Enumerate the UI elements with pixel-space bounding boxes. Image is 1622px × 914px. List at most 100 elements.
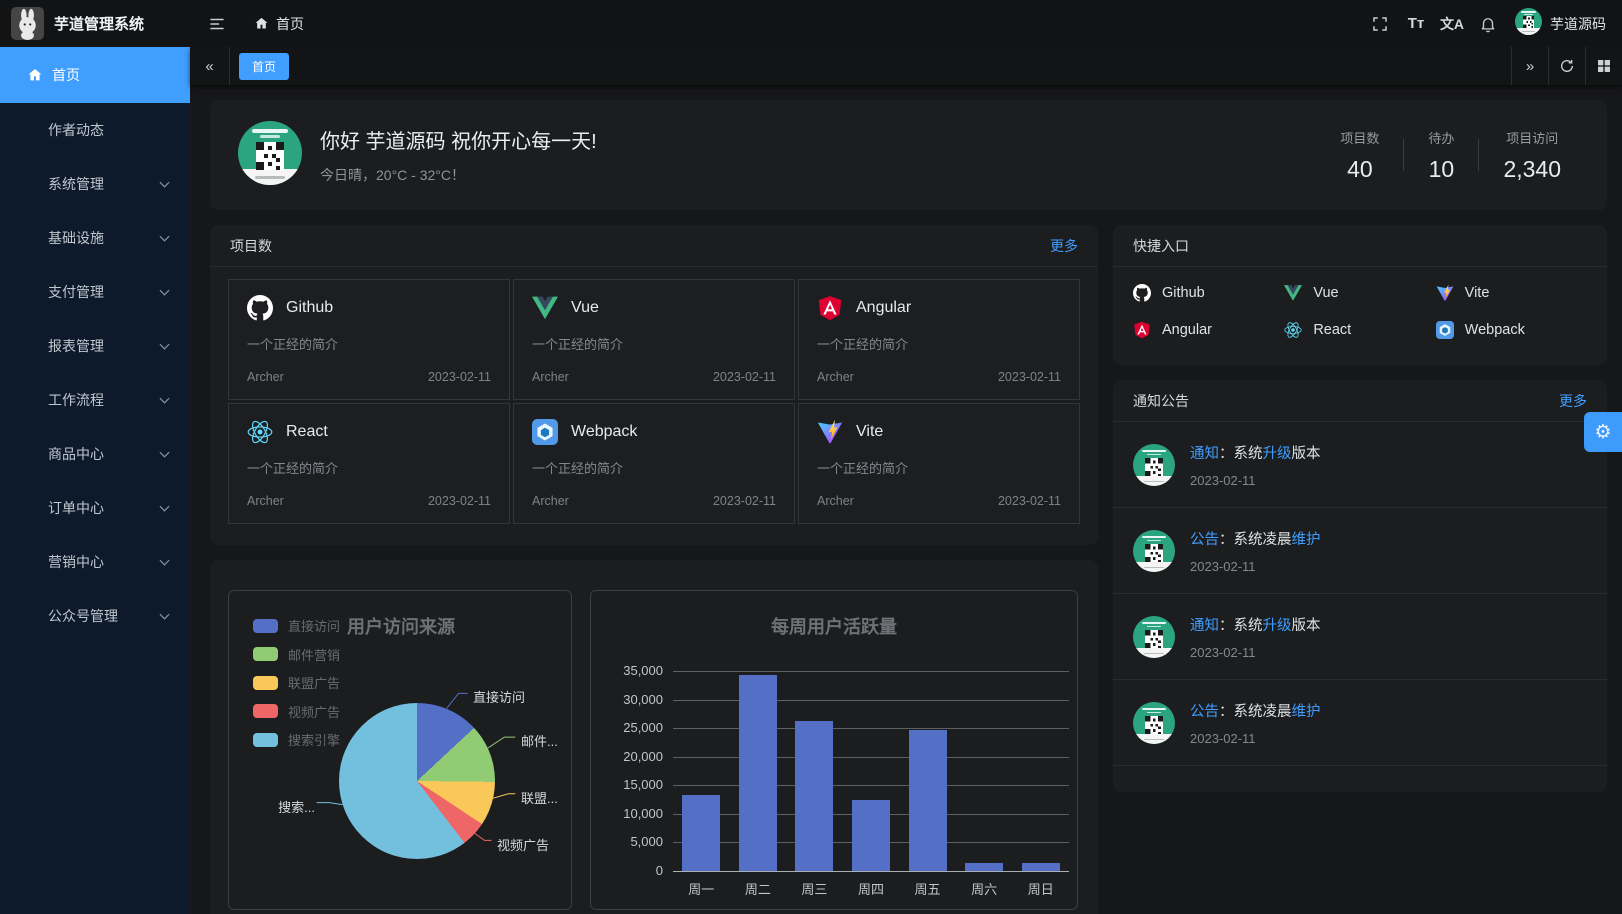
- chevron-down-icon: [159, 235, 170, 242]
- sidebar-item-10[interactable]: 公众号管理: [0, 589, 190, 643]
- pie-callout-label-1: 邮件...: [521, 731, 558, 750]
- y-tick-label: 5,000: [591, 834, 663, 849]
- webpack-icon: [1436, 321, 1454, 339]
- stat-value: 10: [1428, 156, 1454, 183]
- notice-item-1[interactable]: 公告：系统凌晨维护2023-02-11: [1113, 508, 1607, 594]
- quick-link-react[interactable]: React: [1284, 315, 1435, 345]
- sidebar-item-7[interactable]: 商品中心: [0, 427, 190, 481]
- grid-layout-icon[interactable]: [1585, 47, 1622, 85]
- x-tick-label: 周日: [1013, 879, 1069, 898]
- pie-callout-label-3: 视频广告: [497, 835, 549, 854]
- user-qr-avatar: [238, 121, 302, 190]
- bell-icon[interactable]: [1473, 9, 1503, 39]
- react-icon: [247, 419, 273, 445]
- sidebar-item-4[interactable]: 支付管理: [0, 265, 190, 319]
- fullscreen-icon[interactable]: [1365, 9, 1395, 39]
- projects-more-link[interactable]: 更多: [1050, 236, 1078, 256]
- breadcrumb-label: 首页: [276, 14, 304, 34]
- notice-item-3[interactable]: 公告：系统凌晨维护2023-02-11: [1113, 680, 1607, 766]
- language-icon[interactable]: 文A: [1437, 9, 1467, 39]
- stat-value: 2,340: [1503, 156, 1561, 183]
- sidebar-item-0[interactable]: 首页: [0, 47, 190, 103]
- tabs-scroll-left-button[interactable]: «: [190, 47, 230, 85]
- notice-item-0[interactable]: 通知：系统升级版本2023-02-11: [1113, 422, 1607, 508]
- x-tick-label: 周三: [786, 879, 842, 898]
- stat-0: 项目数40: [1316, 128, 1403, 183]
- sidebar: 首页作者动态系统管理基础设施支付管理报表管理工作流程商品中心订单中心营销中心公众…: [0, 47, 190, 914]
- legend-chip: [253, 647, 278, 661]
- project-desc: 一个正经的简介: [532, 458, 776, 477]
- sidebar-item-1[interactable]: 作者动态: [0, 103, 190, 157]
- sidebar-item-label: 报表管理: [48, 336, 104, 356]
- qr-avatar: [1515, 8, 1542, 35]
- project-desc: 一个正经的简介: [817, 334, 1061, 353]
- user-menu[interactable]: 芋道源码: [1515, 8, 1606, 40]
- refresh-icon[interactable]: [1548, 47, 1585, 85]
- chevron-down-icon: [159, 505, 170, 512]
- project-card-react[interactable]: React一个正经的简介Archer2023-02-11: [228, 403, 510, 524]
- legend-item-0[interactable]: 直接访问: [253, 616, 340, 635]
- notice-title: 公告：系统凌晨维护: [1190, 700, 1587, 721]
- settings-button[interactable]: ⚙: [1584, 412, 1622, 452]
- quick-link-label: Github: [1162, 285, 1205, 301]
- project-card-angular[interactable]: Angular一个正经的简介Archer2023-02-11: [798, 279, 1080, 400]
- project-card-webpack[interactable]: Webpack一个正经的简介Archer2023-02-11: [513, 403, 795, 524]
- avatar: [1515, 8, 1542, 40]
- username: 芋道源码: [1550, 14, 1606, 34]
- project-date: 2023-02-11: [713, 370, 776, 384]
- sidebar-item-5[interactable]: 报表管理: [0, 319, 190, 373]
- legend-item-2[interactable]: 联盟广告: [253, 673, 340, 692]
- legend-label: 直接访问: [288, 616, 340, 635]
- y-tick-label: 20,000: [591, 749, 663, 764]
- notice-item-2[interactable]: 通知：系统升级版本2023-02-11: [1113, 594, 1607, 680]
- quick-link-vue[interactable]: Vue: [1284, 278, 1435, 308]
- sidebar-collapse-icon[interactable]: [202, 9, 232, 39]
- legend-label: 邮件营销: [288, 645, 340, 664]
- pie-callout-label-4: 搜索...: [263, 797, 315, 816]
- legend-item-4[interactable]: 搜索引擎: [253, 730, 340, 749]
- quick-link-label: Vue: [1313, 285, 1338, 301]
- project-date: 2023-02-11: [998, 494, 1061, 508]
- project-author: Archer: [817, 494, 854, 508]
- font-size-icon[interactable]: Tт: [1401, 9, 1431, 39]
- sidebar-item-9[interactable]: 营销中心: [0, 535, 190, 589]
- breadcrumb[interactable]: 首页: [254, 14, 304, 34]
- quick-link-vite[interactable]: Vite: [1436, 278, 1587, 308]
- y-tick-label: 35,000: [591, 663, 663, 678]
- qr-avatar: [238, 121, 302, 185]
- vue-icon: [1284, 284, 1302, 302]
- angular-icon: [1133, 321, 1151, 339]
- sidebar-item-2[interactable]: 系统管理: [0, 157, 190, 211]
- project-card-vue[interactable]: Vue一个正经的简介Archer2023-02-11: [513, 279, 795, 400]
- project-author: Archer: [532, 494, 569, 508]
- sidebar-item-label: 订单中心: [48, 498, 104, 518]
- notice-date: 2023-02-11: [1190, 645, 1587, 660]
- legend-chip: [253, 733, 278, 747]
- legend-chip: [253, 619, 278, 633]
- logo-area[interactable]: 芋道管理系统: [0, 7, 190, 40]
- sidebar-item-3[interactable]: 基础设施: [0, 211, 190, 265]
- sidebar-item-6[interactable]: 工作流程: [0, 373, 190, 427]
- sidebar-item-8[interactable]: 订单中心: [0, 481, 190, 535]
- legend-item-1[interactable]: 邮件营销: [253, 645, 340, 664]
- project-card-github[interactable]: Github一个正经的简介Archer2023-02-11: [228, 279, 510, 400]
- stat-label: 项目数: [1340, 128, 1379, 147]
- legend-item-3[interactable]: 视频广告: [253, 702, 340, 721]
- quick-link-webpack[interactable]: Webpack: [1436, 315, 1587, 345]
- gridline: [673, 671, 1069, 672]
- qr-avatar: [1133, 702, 1175, 744]
- notice-more-link[interactable]: 更多: [1559, 391, 1587, 411]
- pie-callout-label-0: 直接访问: [473, 687, 525, 706]
- project-date: 2023-02-11: [713, 494, 776, 508]
- pie-chart-title: 用户访问来源: [347, 613, 455, 639]
- top-navbar: 芋道管理系统 首页 Tт 文A 芋道源码: [0, 0, 1622, 47]
- tab-home[interactable]: 首页: [239, 53, 289, 80]
- tabs-scroll-right-button[interactable]: »: [1511, 47, 1548, 85]
- project-card-vite[interactable]: Vite一个正经的简介Archer2023-02-11: [798, 403, 1080, 524]
- quick-link-angular[interactable]: Angular: [1133, 315, 1284, 345]
- gridline: [673, 700, 1069, 701]
- quick-link-github[interactable]: Github: [1133, 278, 1284, 308]
- pie-callout-label-2: 联盟...: [521, 788, 558, 807]
- quick-link-label: React: [1313, 322, 1351, 338]
- projects-card: 项目数 更多 Github一个正经的简介Archer2023-02-11Vue一…: [210, 225, 1098, 545]
